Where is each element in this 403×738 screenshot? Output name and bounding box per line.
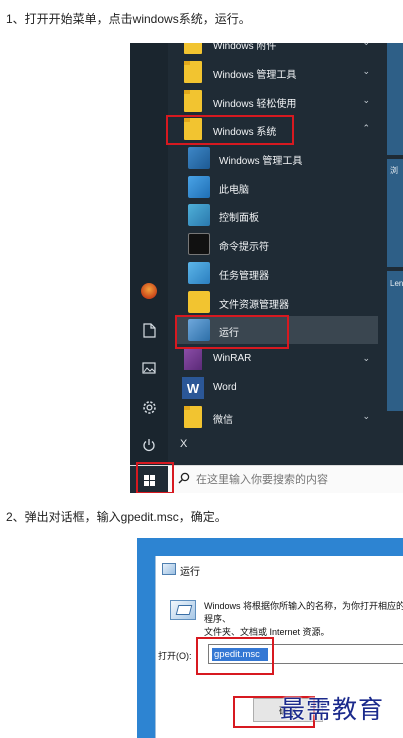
word-icon: W <box>182 377 204 399</box>
folder-icon <box>184 118 202 140</box>
admin-tools-icon <box>188 147 210 169</box>
app-list: Windows 附件 ⌄ Windows 管理工具 ⌄ Windows 轻松使用… <box>176 43 378 465</box>
app-windows-admin-tools[interactable]: Windows 管理工具 <box>176 144 378 172</box>
dialog-title: 运行 <box>180 567 200 578</box>
winrar-icon <box>184 348 202 370</box>
app-word[interactable]: W Word <box>176 374 378 402</box>
settings-gear-icon[interactable] <box>138 396 160 418</box>
letter-header-x[interactable]: X <box>180 438 187 450</box>
folder-icon <box>184 406 202 428</box>
app-control-panel[interactable]: 控制面板 <box>176 201 378 229</box>
pictures-icon[interactable] <box>138 357 160 379</box>
open-combobox[interactable] <box>208 644 403 664</box>
tile[interactable]: Len <box>387 271 403 411</box>
chevron-down-icon: ⌄ <box>362 353 370 363</box>
run-icon <box>162 563 176 575</box>
start-tiles: 浏 Len <box>385 43 403 465</box>
cmd-icon <box>188 233 210 255</box>
folder-icon <box>184 90 202 112</box>
chevron-down-icon: ⌄ <box>362 43 370 48</box>
app-folder-windows-system[interactable]: Windows 系统 ⌃ <box>176 115 378 143</box>
task-manager-icon <box>188 262 210 284</box>
app-command-prompt[interactable]: 命令提示符 <box>176 230 378 258</box>
watermark-text: 最需教育 <box>280 695 385 724</box>
chevron-up-icon: ⌃ <box>362 123 370 133</box>
start-button[interactable] <box>130 466 168 493</box>
run-icon <box>188 319 210 341</box>
user-avatar[interactable] <box>141 283 157 299</box>
this-pc-icon <box>188 176 210 198</box>
search-icon <box>178 472 190 487</box>
explorer-icon <box>188 291 210 313</box>
power-icon[interactable] <box>138 434 160 456</box>
app-folder-winrar[interactable]: WinRAR ⌄ <box>176 345 378 373</box>
tile[interactable]: 浏 <box>387 159 403 267</box>
app-this-pc[interactable]: 此电脑 <box>176 173 378 201</box>
start-left-rail <box>130 43 168 465</box>
app-folder-windows-ease-of-access[interactable]: Windows 轻松使用 ⌄ <box>176 87 378 115</box>
taskbar-search-input[interactable] <box>196 472 396 488</box>
control-panel-icon <box>188 204 210 226</box>
chevron-down-icon: ⌄ <box>362 95 370 105</box>
chevron-down-icon: ⌄ <box>362 66 370 76</box>
open-input[interactable] <box>212 648 268 661</box>
document-icon[interactable] <box>138 319 160 341</box>
dialog-description: Windows 将根据你所输入的名称，为你打开相应的程序、 文件夹、文档或 In… <box>204 601 403 637</box>
chevron-down-icon: ⌄ <box>362 411 370 421</box>
folder-icon <box>184 43 202 54</box>
step-1-instruction: 1、打开开始菜单，点击windows系统，运行。 <box>6 12 251 26</box>
app-folder-windows-accessories[interactable]: Windows 附件 ⌄ <box>176 43 378 57</box>
run-program-icon <box>170 600 196 620</box>
step-2-instruction: 2、弹出对话框，输入gpedit.msc，确定。 <box>6 510 227 524</box>
start-menu-screenshot: Windows 附件 ⌄ Windows 管理工具 ⌄ Windows 轻松使用… <box>130 43 403 493</box>
app-task-manager[interactable]: 任务管理器 <box>176 259 378 287</box>
taskbar <box>130 465 403 493</box>
app-run[interactable]: 运行 <box>176 316 378 344</box>
tile[interactable] <box>387 43 403 155</box>
folder-icon <box>184 61 202 83</box>
open-field-label: 打开(O): <box>158 651 192 661</box>
app-folder-wechat[interactable]: 微信 ⌄ <box>176 403 378 431</box>
app-folder-windows-admin-tools[interactable]: Windows 管理工具 ⌄ <box>176 58 378 86</box>
windows-logo-icon <box>143 474 155 486</box>
app-file-explorer[interactable]: 文件资源管理器 <box>176 288 378 316</box>
